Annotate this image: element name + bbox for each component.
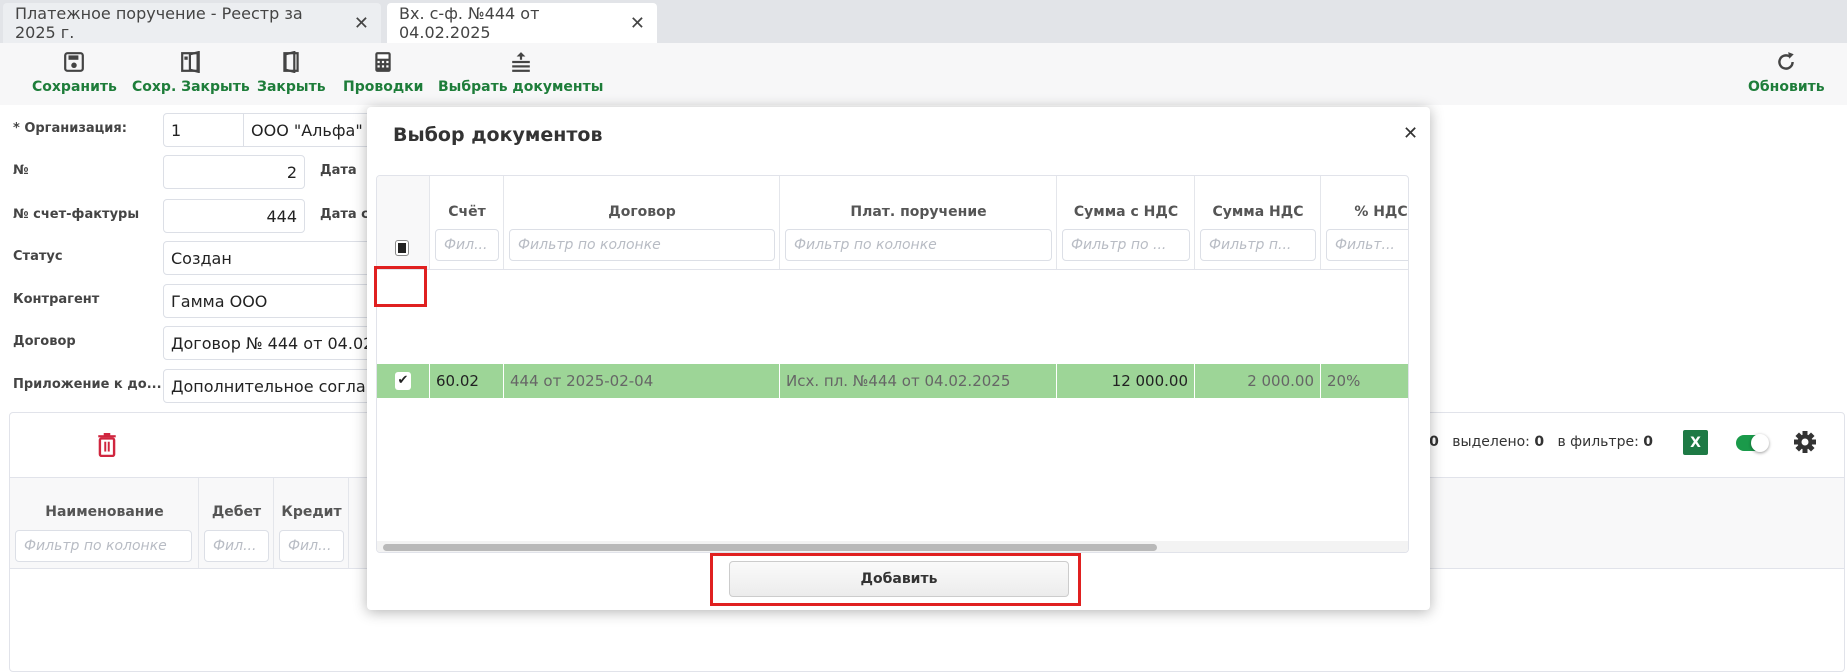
refresh-icon: [1778, 52, 1795, 70]
column-header-label: Договор: [608, 204, 676, 220]
select-documents-label: Выбрать документы: [438, 79, 604, 95]
documents-table: Счёт Фил... Договор Фильтр по колонке Плат…: [376, 175, 1409, 553]
column-header-label: Сумма с НДС: [1073, 204, 1179, 220]
filter-input[interactable]: Фильт...: [1326, 229, 1408, 261]
column-payment-order[interactable]: Плат. поручение Фильтр по колонке: [780, 176, 1057, 270]
column-debit[interactable]: Дебет Фил...: [199, 478, 274, 568]
column-name[interactable]: Наименование Фильтр по колонке: [10, 478, 199, 568]
vat-percent-cell: 20%: [1321, 364, 1408, 398]
number-label: №: [13, 163, 29, 178]
column-header-label: Сумма НДС: [1212, 204, 1304, 220]
payment-order-cell: Исх. пл. №444 от 04.02.2025: [780, 364, 1057, 398]
tab-label: Вх. с-ф. №444 от 04.02.2025: [399, 4, 540, 42]
toggle-switch[interactable]: [1736, 434, 1769, 452]
filter-input[interactable]: Фил...: [435, 229, 499, 261]
filtered-count: 0: [1643, 434, 1653, 450]
filter-input[interactable]: Фильтр по колонке: [15, 530, 192, 562]
status-input[interactable]: Создан: [163, 241, 373, 275]
organization-code-input[interactable]: 1: [163, 113, 244, 147]
column-sum-with-vat[interactable]: Сумма с НДС Фильтр по ...: [1057, 176, 1195, 270]
date-label: Дата: [320, 163, 357, 178]
tab-label: Платежное поручение - Реестр за 2025 г.: [15, 4, 303, 42]
tab-bar: Платежное поручение - Реестр за 2025 г. ✕…: [0, 0, 1847, 43]
appendix-label: Приложение к до...: [13, 377, 162, 392]
filter-input[interactable]: Фильтр п...: [1200, 229, 1316, 261]
filtered-label: в фильтре:: [1557, 434, 1639, 450]
save-label: Сохранить: [32, 79, 117, 95]
tab-invoice[interactable]: Вх. с-ф. №444 от 04.02.2025 ✕: [387, 3, 657, 43]
save-button[interactable]: Сохранить: [32, 51, 117, 95]
checkmark-icon[interactable]: ✔: [395, 372, 411, 390]
close-icon[interactable]: ✕: [354, 13, 369, 34]
filter-input[interactable]: Фильтр по колонке: [509, 229, 775, 261]
row-checkbox-cell[interactable]: ✔: [377, 364, 430, 398]
total-count: 0: [1429, 434, 1439, 450]
upload-tray-icon: [511, 52, 530, 72]
postings-label: Проводки: [343, 79, 424, 95]
close-icon[interactable]: ✕: [630, 13, 645, 34]
toolbar: Сохранить Сохр. Закрыть Закрыть Проводки…: [0, 43, 1847, 105]
filter-input[interactable]: Фил...: [279, 530, 344, 562]
select-all-column: [377, 176, 430, 270]
organization-name-input[interactable]: ООО "Альфа": [243, 113, 373, 147]
table-row[interactable]: ✔ 60.02 444 от 2025-02-04 Исх. пл. №444 …: [377, 270, 1408, 398]
filter-input[interactable]: Фильтр по ...: [1062, 229, 1190, 261]
contractor-label: Контрагент: [13, 292, 100, 307]
invoice-number-input[interactable]: 444: [163, 199, 305, 233]
column-vat-sum[interactable]: Сумма НДС Фильтр п...: [1195, 176, 1321, 270]
close-button[interactable]: Закрыть: [257, 51, 326, 95]
calculator-icon: [375, 52, 391, 72]
status-label: Статус: [13, 249, 63, 264]
select-documents-dialog: Выбор документов ✕ Счёт Фил... Договор Фил…: [367, 107, 1430, 610]
column-vat-percent[interactable]: % НДС Фильт...: [1321, 176, 1408, 270]
floppy-disk-icon: [64, 52, 85, 72]
refresh-button[interactable]: Обновить: [1748, 51, 1825, 95]
contract-input[interactable]: Договор № 444 от 04.02.2: [163, 326, 373, 360]
excel-export-icon[interactable]: X: [1683, 430, 1708, 455]
appendix-input[interactable]: Дополнительное соглаш: [163, 369, 373, 403]
invoice-date-label: Дата сч: [320, 207, 367, 222]
column-header-label: Дебет: [211, 504, 262, 520]
filter-input[interactable]: Фильтр по колонке: [785, 229, 1052, 261]
sum-with-vat-cell: 12 000.00: [1057, 364, 1195, 398]
column-header-label: % НДС: [1354, 204, 1408, 220]
gear-icon[interactable]: [1793, 430, 1817, 454]
vat-sum-cell: 2 000.00: [1195, 364, 1321, 398]
door-icon: [283, 51, 299, 73]
column-header-label: Кредит: [281, 504, 342, 520]
dialog-title: Выбор документов: [393, 124, 603, 146]
column-header-label: Наименование: [45, 504, 164, 520]
postings-button[interactable]: Проводки: [343, 51, 423, 95]
column-header-label: Счёт: [448, 204, 486, 220]
close-icon[interactable]: ✕: [1403, 123, 1418, 144]
refresh-label: Обновить: [1748, 79, 1825, 95]
save-close-button[interactable]: Сохр. Закрыть: [132, 51, 250, 95]
contract-cell: 444 от 2025-02-04: [504, 364, 780, 398]
horizontal-scrollbar[interactable]: [377, 541, 1408, 552]
save-close-icon: [180, 51, 200, 73]
contract-label: Договор: [13, 334, 76, 349]
highlight-box: [374, 266, 427, 307]
invoice-number-label: № счет-фактуры: [13, 207, 140, 222]
column-account[interactable]: Счёт Фил...: [430, 176, 504, 270]
organization-label: * Организация:: [13, 121, 127, 136]
column-header-label: Плат. поручение: [850, 204, 987, 220]
account-cell: 60.02: [430, 364, 504, 398]
tab-payment-order[interactable]: Платежное поручение - Реестр за 2025 г. ✕: [3, 3, 381, 43]
select-documents-button[interactable]: Выбрать документы: [438, 51, 603, 95]
contractor-input[interactable]: Гамма ООО: [163, 284, 373, 318]
add-button[interactable]: Добавить: [729, 561, 1069, 597]
close-label: Закрыть: [257, 79, 326, 95]
grid-counters: : 0 выделено: 0 в фильтре: 0: [1420, 434, 1653, 450]
select-all-checkbox[interactable]: [395, 240, 409, 256]
selected-count: 0: [1534, 434, 1545, 450]
filter-input[interactable]: Фил...: [204, 530, 269, 562]
selected-label: выделено:: [1452, 434, 1530, 450]
trash-icon[interactable]: [96, 433, 118, 457]
number-input[interactable]: 2: [163, 155, 305, 189]
column-credit[interactable]: Кредит Фил...: [274, 478, 349, 568]
column-contract[interactable]: Договор Фильтр по колонке: [504, 176, 780, 270]
scrollbar-thumb[interactable]: [383, 544, 1157, 551]
save-close-label: Сохр. Закрыть: [132, 79, 250, 95]
